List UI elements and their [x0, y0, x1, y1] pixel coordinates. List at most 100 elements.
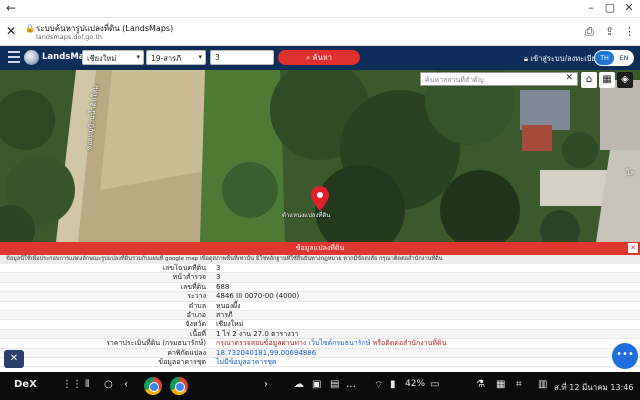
row-key: ตำบล — [188, 301, 206, 310]
district-value: 19-สารภี — [151, 54, 182, 63]
row-value: 1 ไร่ 2 งาน 27.0 ตารางวา — [216, 329, 299, 338]
language-toggle: TH EN — [594, 50, 634, 66]
more-menu-icon[interactable]: ⋮ — [624, 25, 635, 38]
district-select[interactable]: 19-สารภี ▾ — [146, 50, 206, 65]
screenshot-icon[interactable]: ⌗ — [516, 379, 522, 390]
arrow-left-icon[interactable]: ← — [6, 1, 16, 15]
row-key: เนื้อที่ — [190, 329, 206, 338]
close-panel-icon[interactable]: ✕ — [628, 243, 638, 253]
parcel-info-header: ข้อมูลแปลงที่ดิน ✕ — [0, 242, 640, 255]
chrome-app-icon[interactable] — [144, 377, 162, 395]
parcel-pin-label: ตำแหน่งแปลงที่ดิน — [282, 212, 331, 219]
more-icon[interactable]: … — [346, 379, 356, 390]
province-select[interactable]: เชียงใหม่ ▾ — [82, 50, 144, 65]
battery-percent: 42% — [405, 379, 426, 389]
login-label: เข้าสู่ระบบ/ลงทะเบียน — [530, 54, 602, 63]
row-value: 3 — [216, 273, 221, 282]
coordinates-link[interactable]: 18.732040181,99.00694886 — [216, 349, 316, 357]
more-options-button[interactable]: ••• — [612, 343, 638, 369]
row-value: เชียงใหม่ — [216, 320, 244, 329]
row-key: ราคาประเมินที่ดิน (กรมธนารักษ์) — [106, 339, 206, 348]
media-icon[interactable]: ▥ — [538, 379, 547, 390]
row-value: กรุณาตรวจสอบข้อมูลผ่านทาง เว็บไซต์กรมธนา… — [216, 339, 446, 348]
lock-icon: 🔒︎ — [524, 54, 528, 63]
lang-en-button[interactable]: EN — [615, 51, 633, 65]
share-icon[interactable]: ⇪ — [605, 25, 614, 38]
row-value: 688 — [216, 282, 230, 291]
place-search-placeholder: ค้นหาสถานที่สำคัญ — [425, 76, 484, 84]
table-row: เลขที่ดิน 688 — [0, 282, 640, 293]
table-row: ราคาประเมินที่ดิน (กรมธนารักษ์) กรุณาตรวจ… — [0, 339, 640, 349]
chrome-app-icon[interactable] — [170, 377, 188, 395]
dex-taskbar: DeX ⋮⋮ ⦀ ○ ‹ › ☁ ▣ ▤ … ⌔ ▮ 42% ▭ ⚗ ▦ ⌗ ▥… — [0, 372, 640, 400]
row-key: จังหวัด — [185, 320, 206, 329]
row-value: 18.732040181,99.00694886 — [216, 349, 316, 358]
table-row: เนื้อที่ 1 ไร่ 2 งาน 27.0 ตารางวา — [0, 329, 640, 340]
grid-icon[interactable]: ▦ — [599, 72, 615, 88]
table-row: ระวาง 4846 III 0070-00 (4000) — [0, 292, 640, 302]
table-row: เลขโฉนดที่ดิน 3 — [0, 264, 640, 274]
home-icon[interactable]: ⌂ — [581, 72, 597, 88]
province-value: เชียงใหม่ — [87, 54, 117, 63]
row-key: ข้อมูลอาคารชุด — [158, 357, 206, 366]
hamburger-menu-icon[interactable] — [8, 51, 20, 63]
clear-icon[interactable]: ✕ — [565, 73, 573, 83]
row-value: ไม่มีข้อมูลอาคารชุด — [216, 358, 276, 367]
apps-icon[interactable]: ▦ — [496, 379, 505, 390]
table-row: ค่าพิกัดแปลง 18.732040181,99.00694886 — [0, 348, 640, 358]
disclaimer-notice: ข้อมูลนี้ใช้เพื่อประกอบการแสดงลักษณะรูปแ… — [0, 255, 640, 264]
chevron-down-icon: ▾ — [198, 53, 202, 61]
login-link[interactable]: 🔒︎ เข้าสู่ระบบ/ลงทะเบียน — [524, 53, 601, 65]
cloud-icon: ☁ — [294, 379, 304, 390]
table-row: จังหวัด เชียงใหม่ — [0, 320, 640, 330]
row-value: 4846 III 0070-00 (4000) — [216, 292, 300, 301]
condo-info-link[interactable]: ไม่มีข้อมูลอาคารชุด — [216, 358, 276, 366]
row-key: เลขที่ดิน — [180, 282, 206, 291]
row-key: อำเภอ — [186, 310, 206, 319]
table-row: ข้อมูลอาคารชุด ไม่มีข้อมูลอาคารชุด — [0, 357, 640, 368]
clock: ส.ที่ 12 มีนาคม 13:46 — [554, 383, 634, 392]
lang-th-button[interactable]: TH — [595, 51, 614, 65]
parcel-info-table: เลขโฉนดที่ดิน 3 หน้าสำรวจ 3 เลขที่ดิน 688 ร… — [0, 264, 640, 372]
place-search-input[interactable]: ค้นหาสถานที่สำคัญ ✕ — [420, 72, 578, 86]
page-url: landsmaps.dol.go.th — [36, 33, 103, 41]
apps-grid-icon[interactable]: ⋮⋮ — [62, 379, 82, 390]
row-key: ค่าพิกัดแปลง — [167, 348, 206, 357]
bookmark-icon[interactable]: ⎙ — [585, 25, 594, 39]
minimize-icon[interactable]: – — [584, 1, 598, 14]
notification-icon: ▤ — [330, 379, 340, 390]
screen: ← – ▢ ✕ ✕ 🔒 ระบบค้นหารูปแปลงที่ดิน (Land… — [0, 0, 640, 400]
search-button[interactable]: ⌕ ค้นหา — [278, 50, 360, 65]
table-row: ตำบล หนองผึ้ง — [0, 302, 640, 311]
tools-icon[interactable]: ✕ — [4, 350, 24, 368]
chevron-right-icon[interactable]: › — [264, 379, 268, 390]
recents-icon[interactable]: ⦀ — [85, 379, 89, 390]
appraisal-note-tail: หรือติดต่อสำนักงานที่ดิน — [372, 339, 447, 348]
layers-icon[interactable]: ◈ — [617, 72, 633, 88]
signal-icon: ▮ — [390, 379, 396, 390]
camera-icon: ▣ — [312, 379, 322, 390]
satellite-map[interactable]: ซอยหมู่บ้านน้ำดิบใหม่ โล ตำแหน่งแปลงที่ด… — [0, 70, 640, 242]
back-nav-icon[interactable]: ‹ — [124, 379, 128, 390]
row-key: ระวาง — [187, 292, 206, 301]
table-row: อำเภอ สารภี — [0, 310, 640, 321]
landsmaps-logo — [24, 50, 39, 65]
chevron-down-icon: ▾ — [136, 53, 140, 61]
row-key: เลขโฉนดที่ดิน — [162, 264, 206, 272]
parcel-info-title: ข้อมูลแปลงที่ดิน — [295, 244, 345, 252]
close-tab-icon[interactable]: ✕ — [6, 24, 16, 38]
app-navbar: LandsMaps เชียงใหม่ ▾ 19-สารภี ▾ 3 ⌕ ค้น… — [0, 46, 640, 70]
treasury-website-link[interactable]: เว็บไซต์กรมธนารักษ์ — [309, 339, 371, 347]
row-value: หนองผึ้ง — [216, 301, 241, 310]
close-icon[interactable]: ✕ — [622, 1, 636, 14]
search-button-label: ค้นหา — [312, 53, 332, 62]
lab-icon[interactable]: ⚗ — [476, 379, 485, 390]
restore-icon[interactable]: ▢ — [603, 1, 617, 14]
home-circle-icon[interactable]: ○ — [104, 379, 113, 390]
row-value: สารภี — [216, 310, 233, 319]
row-key: หน้าสำรวจ — [172, 273, 206, 282]
table-row: หน้าสำรวจ 3 — [0, 273, 640, 283]
dex-label[interactable]: DeX — [14, 379, 37, 390]
lock-icon: 🔒 — [25, 24, 35, 33]
parcel-number-input[interactable]: 3 — [210, 50, 274, 65]
